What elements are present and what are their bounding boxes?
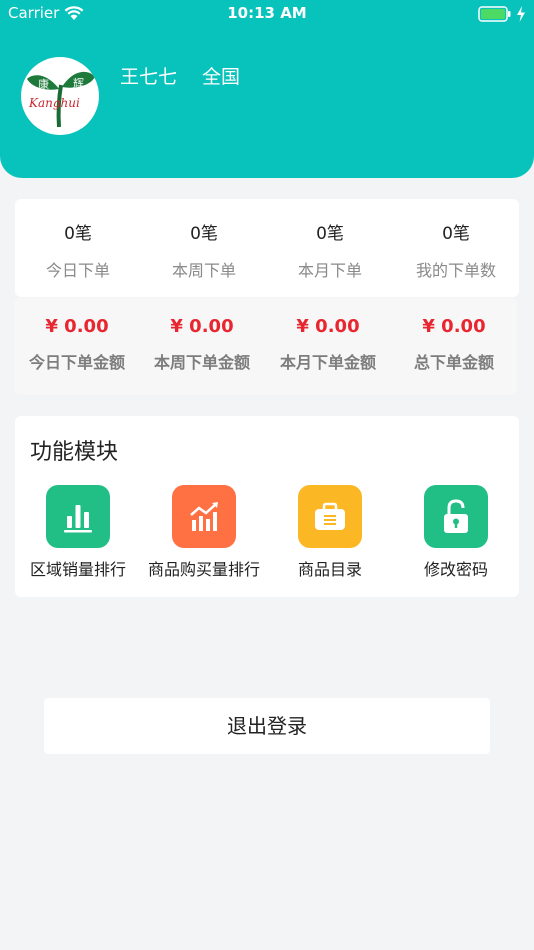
briefcase-icon <box>298 485 362 548</box>
stat-total[interactable]: 0笔 我的下单数 <box>393 219 519 281</box>
amount-value: ¥ 0.00 <box>296 316 360 337</box>
amount-total[interactable]: ¥ 0.00 总下单金额 <box>391 316 517 373</box>
stat-label: 今日下单 <box>45 261 110 280</box>
clock: 10:13 AM <box>227 4 307 22</box>
amount-stats-card: ¥ 0.00 今日下单金额 ¥ 0.00 本周下单金额 ¥ 0.00 本月下单金… <box>14 298 517 395</box>
stat-value: 0笔 <box>190 224 218 244</box>
amount-label: 本周下单金额 <box>153 353 250 372</box>
profile-header: Carrier 10:13 AM 康 辉 Kanghui 王七七 全国 <box>0 0 534 178</box>
svg-text:Kanghui: Kanghui <box>28 96 80 110</box>
amount-value: ¥ 0.00 <box>422 316 486 337</box>
stat-value: 0笔 <box>316 224 344 244</box>
stat-label: 本周下单 <box>171 261 236 280</box>
kanghui-logo: 康 辉 Kanghui <box>27 71 95 128</box>
stat-today[interactable]: 0笔 今日下单 <box>15 219 141 281</box>
section-title: 功能模块 <box>30 440 119 465</box>
change-password-button[interactable]: 修改密码 <box>393 485 519 580</box>
region-sales-ranking-button[interactable]: 区域销量排行 <box>15 485 141 580</box>
order-stats-card: 0笔 今日下单 0笔 本周下单 0笔 本月下单 0笔 我的下单数 <box>15 199 519 297</box>
function-label: 商品购买量排行 <box>147 560 260 579</box>
stat-label: 我的下单数 <box>415 261 496 280</box>
function-label: 区域销量排行 <box>29 560 126 579</box>
page: Carrier 10:13 AM 康 辉 Kanghui 王七七 全国 0笔 今… <box>0 0 534 950</box>
product-purchase-ranking-button[interactable]: 商品购买量排行 <box>141 485 267 580</box>
avatar[interactable]: 康 辉 Kanghui <box>21 57 99 135</box>
amount-label: 本月下单金额 <box>279 353 376 372</box>
battery-icon <box>478 6 511 22</box>
function-label: 修改密码 <box>423 560 488 579</box>
amount-today[interactable]: ¥ 0.00 今日下单金额 <box>14 316 140 373</box>
stat-week[interactable]: 0笔 本周下单 <box>141 219 267 281</box>
stat-month[interactable]: 0笔 本月下单 <box>267 219 393 281</box>
amount-label: 总下单金额 <box>413 353 494 372</box>
stat-label: 本月下单 <box>297 261 362 280</box>
trend-chart-icon <box>172 485 236 548</box>
charging-icon <box>517 6 525 22</box>
svg-text:辉: 辉 <box>73 77 84 90</box>
svg-text:康: 康 <box>38 77 49 91</box>
product-catalog-button[interactable]: 商品目录 <box>267 485 393 580</box>
amount-value: ¥ 0.00 <box>170 316 234 337</box>
user-region: 全国 <box>202 66 241 88</box>
user-name: 王七七 <box>120 66 178 88</box>
stat-value: 0笔 <box>64 224 92 244</box>
stat-value: 0笔 <box>442 224 470 244</box>
bar-chart-icon <box>46 485 110 548</box>
status-bar: Carrier 10:13 AM <box>0 0 534 28</box>
amount-week[interactable]: ¥ 0.00 本周下单金额 <box>139 316 265 373</box>
amount-label: 今日下单金额 <box>28 353 125 372</box>
unlock-icon <box>424 485 488 548</box>
function-module-card: 功能模块 区域销量排行 商品购买量排行 商品目录 修改密码 <box>15 416 519 597</box>
amount-month[interactable]: ¥ 0.00 本月下单金额 <box>265 316 391 373</box>
function-label: 商品目录 <box>297 560 362 579</box>
logout-button[interactable]: 退出登录 <box>44 698 490 754</box>
amount-value: ¥ 0.00 <box>45 316 109 337</box>
